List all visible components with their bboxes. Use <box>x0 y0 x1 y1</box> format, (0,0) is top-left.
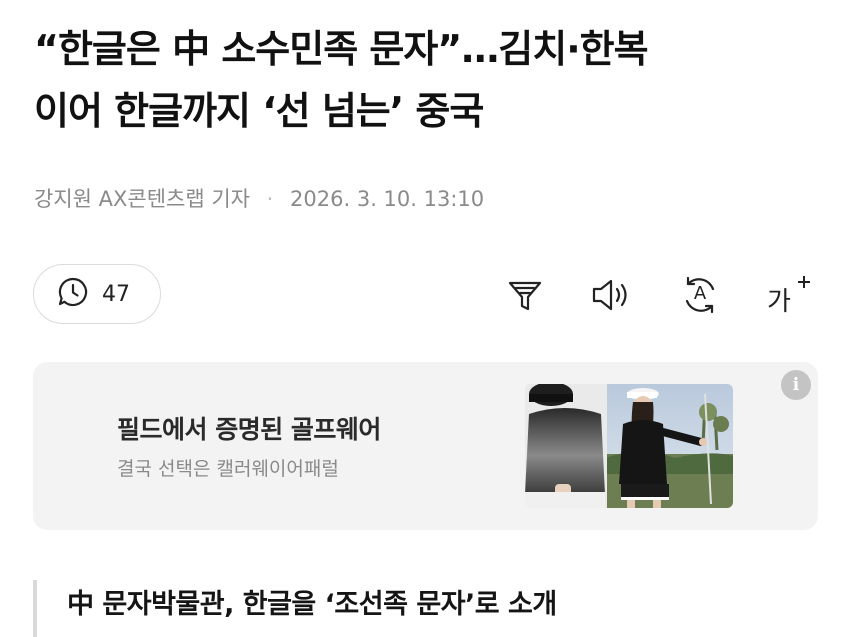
filter-icon <box>506 276 544 314</box>
ad-info-button[interactable]: i <box>781 370 811 400</box>
listen-button[interactable] <box>587 270 637 320</box>
article-subheading: 中 문자박물관, 한글을 ‘조선족 문자’로 소개 <box>33 580 823 637</box>
font-size-button[interactable]: 가 <box>760 270 810 320</box>
ad-subtitle: 결국 선택은 캘러웨이어패럴 <box>117 458 339 480</box>
comments-button[interactable]: 47 <box>33 264 161 324</box>
headline-line-1: “한글은 中 소수민족 문자”…김치·한복 <box>34 27 649 71</box>
subheading-text: 中 문자박물관, 한글을 ‘조선족 문자’로 소개 <box>67 589 557 620</box>
info-icon: i <box>792 375 800 395</box>
comment-count: 47 <box>102 281 130 307</box>
speaker-icon <box>590 276 634 314</box>
font-size-icon: 가 <box>763 275 810 317</box>
comment-icon <box>56 275 90 313</box>
reporter-name: 강지원 AX콘텐츠랩 기자 <box>34 187 250 211</box>
ad-image[interactable] <box>525 384 733 508</box>
byline-separator: · <box>266 187 274 211</box>
article-headline: “한글은 中 소수민족 문자”…김치·한복 이어 한글까지 ‘선 넘는’ 중국 <box>34 18 824 142</box>
publish-datetime: 2026. 3. 10. 13:10 <box>290 187 485 211</box>
byline: 강지원 AX콘텐츠랩 기자 · 2026. 3. 10. 13:10 <box>34 183 484 213</box>
translate-button[interactable]: A <box>675 270 725 320</box>
ad-title: 필드에서 증명된 골프웨어 <box>117 415 381 444</box>
translate-icon: A <box>680 275 720 315</box>
headline-line-2: 이어 한글까지 ‘선 넘는’ 중국 <box>34 89 484 133</box>
font-size-glyph: 가 <box>767 287 791 317</box>
translate-glyph: A <box>693 283 707 304</box>
summary-filter-button[interactable] <box>500 270 550 320</box>
article-toolbar: A 가 <box>500 270 820 320</box>
advertisement-banner[interactable]: 필드에서 증명된 골프웨어 결국 선택은 캘러웨이어패럴 i <box>33 362 818 530</box>
